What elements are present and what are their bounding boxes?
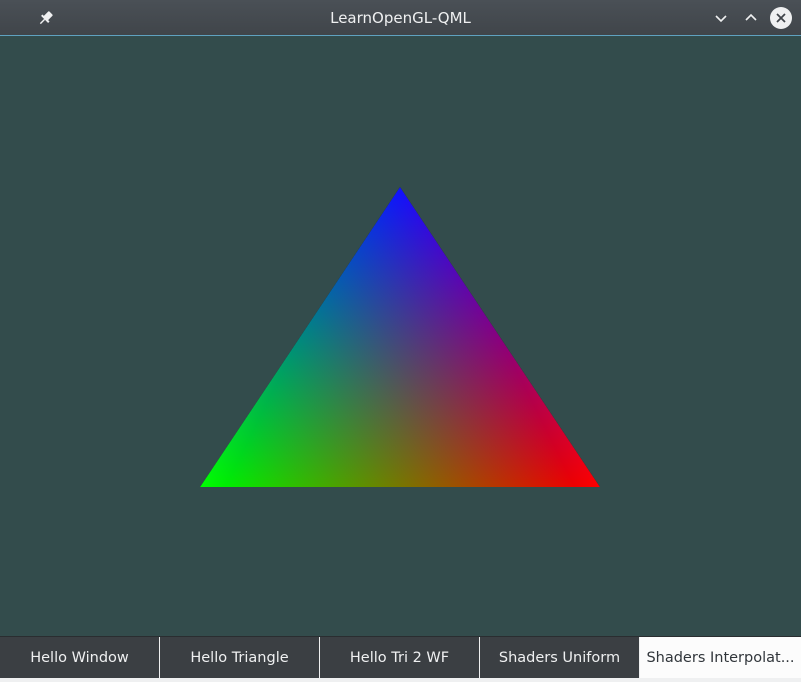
- window-title: LearnOpenGL-QML: [330, 9, 471, 27]
- interpolated-triangle: [200, 187, 600, 487]
- chevron-down-icon[interactable]: [710, 7, 732, 29]
- triangle-svg: [200, 187, 600, 487]
- chevron-up-icon[interactable]: [740, 7, 762, 29]
- close-icon[interactable]: [770, 7, 792, 29]
- tab-hello-window[interactable]: Hello Window: [0, 637, 160, 679]
- grad-right-red: [200, 187, 600, 487]
- window-bottom-border: [0, 678, 801, 682]
- title-bar[interactable]: LearnOpenGL-QML: [0, 0, 801, 36]
- tab-hello-triangle[interactable]: Hello Triangle: [160, 637, 320, 679]
- tab-shaders-uniform[interactable]: Shaders Uniform: [480, 637, 640, 679]
- tab-bar: Hello Window Hello Triangle Hello Tri 2 …: [0, 636, 801, 679]
- opengl-canvas[interactable]: [0, 36, 801, 636]
- tab-hello-tri-2-wf[interactable]: Hello Tri 2 WF: [320, 637, 480, 679]
- app-window: LearnOpenGL-QML Hello Window Hello Trian…: [0, 0, 801, 682]
- tab-shaders-interpolation[interactable]: Shaders Interpolat...: [640, 637, 801, 679]
